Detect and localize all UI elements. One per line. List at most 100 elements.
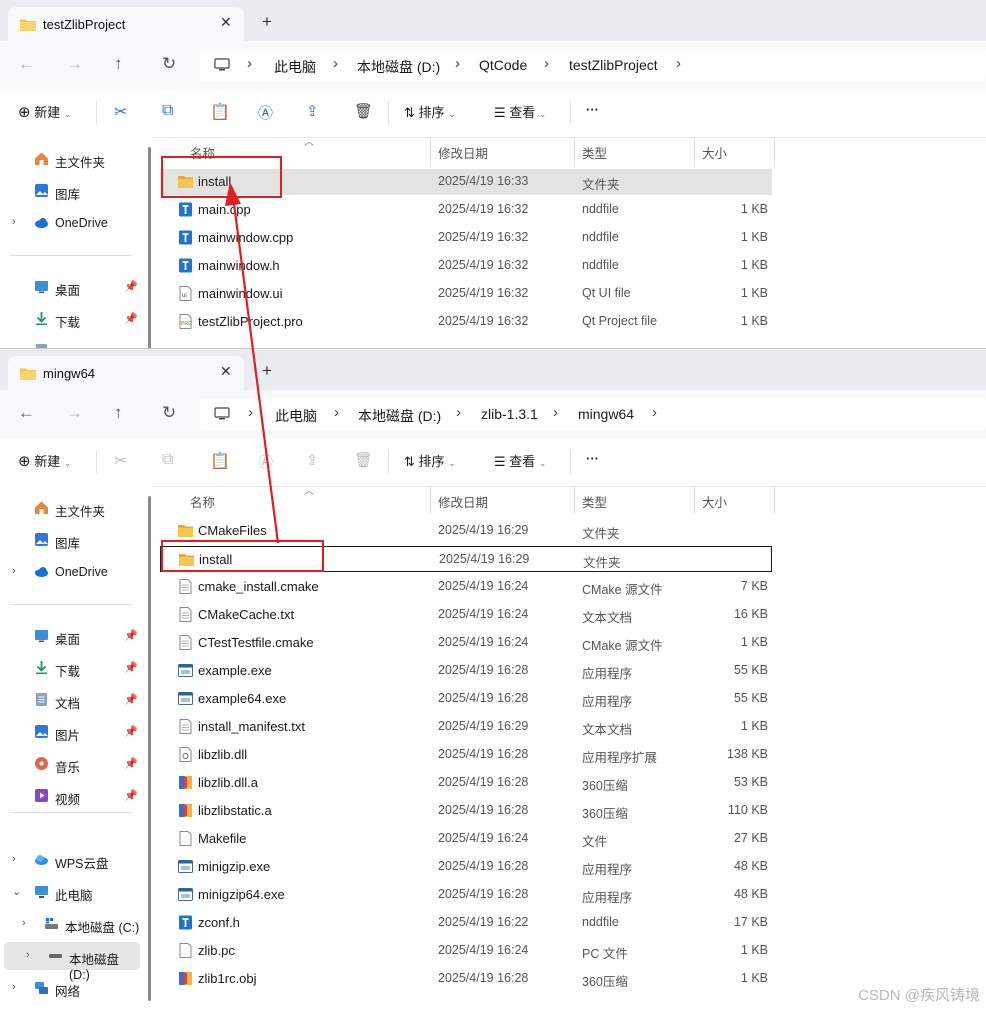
- file-row[interactable]: minigzip.exe 2025/4/19 16:28 应用程序 48 KB: [160, 854, 772, 880]
- column-divider[interactable]: [574, 486, 575, 513]
- file-row[interactable]: mainwindow.cpp 2025/4/19 16:32 nddfile 1 KB: [160, 225, 772, 251]
- column-divider[interactable]: [430, 486, 431, 513]
- file-row[interactable]: cmake_install.cmake 2025/4/19 16:24 CMake …: [160, 574, 772, 600]
- sidebar-item-onedrive[interactable]: › OneDrive: [0, 209, 140, 237]
- chevron-right-icon[interactable]: ›: [12, 565, 16, 577]
- back-arrow-icon[interactable]: ←: [18, 54, 35, 74]
- share-icon[interactable]: ⇪: [306, 451, 319, 469]
- copy-icon[interactable]: ⧉: [162, 102, 173, 120]
- up-arrow-icon[interactable]: ↑: [114, 403, 123, 423]
- file-row[interactable]: example.exe 2025/4/19 16:28 应用程序 55 KB: [160, 658, 772, 684]
- chevron-right-icon[interactable]: ›: [22, 917, 26, 929]
- pin-icon[interactable]: 📌: [124, 757, 138, 770]
- share-icon[interactable]: ⇪: [306, 102, 319, 120]
- more-options-button[interactable]: ···: [586, 451, 599, 466]
- refresh-icon[interactable]: ↻: [162, 54, 176, 74]
- column-divider[interactable]: [774, 137, 775, 164]
- column-divider[interactable]: [694, 137, 695, 164]
- column-header-type[interactable]: 类型: [582, 143, 607, 162]
- file-row[interactable]: CMakeCache.txt 2025/4/19 16:24 文本文档 16 KB: [160, 602, 772, 628]
- chevron-right-icon[interactable]: ›: [12, 981, 16, 993]
- forward-arrow-icon[interactable]: →: [66, 403, 83, 423]
- rename-icon[interactable]: Ⓐ: [258, 102, 273, 123]
- new-tab-button[interactable]: +: [262, 13, 272, 30]
- scrollbar-thumb[interactable]: [148, 147, 151, 350]
- close-tab-icon[interactable]: ✕: [220, 363, 232, 380]
- pin-icon[interactable]: 📌: [124, 312, 138, 325]
- new-button[interactable]: ⊕ 新建 ⌄: [18, 102, 71, 121]
- new-tab-button[interactable]: +: [262, 362, 272, 379]
- sidebar-item-downloads[interactable]: 下载 📌: [0, 654, 140, 682]
- sidebar-item-pictures[interactable]: 图片 📌: [0, 718, 140, 746]
- paste-icon[interactable]: 📋: [210, 102, 230, 122]
- file-row[interactable]: CTestTestfile.cmake 2025/4/19 16:24 CMake …: [160, 630, 772, 656]
- address-bar[interactable]: › 此电脑 › 本地磁盘 (D:) › QtCode › testZlibPro…: [200, 49, 986, 81]
- tab-mingw64[interactable]: mingw64 ✕: [8, 356, 244, 390]
- file-row[interactable]: ui mainwindow.ui 2025/4/19 16:32 Qt UI file…: [160, 281, 772, 307]
- sidebar-item-drive-c[interactable]: › 本地磁盘 (C:): [0, 910, 140, 938]
- scrollbar-thumb[interactable]: [148, 496, 151, 1001]
- breadcrumb-item[interactable]: QtCode: [479, 57, 527, 73]
- delete-icon[interactable]: 🗑: [354, 102, 373, 120]
- view-button[interactable]: ☰ 查看 ⌄: [494, 451, 546, 470]
- sidebar-item-gallery[interactable]: 图库: [0, 526, 140, 554]
- breadcrumb-item[interactable]: 本地磁盘 (D:): [357, 57, 440, 77]
- sidebar-item-documents[interactable]: 文档 📌: [0, 686, 140, 714]
- close-tab-icon[interactable]: ✕: [220, 14, 232, 31]
- chevron-right-icon[interactable]: ›: [12, 216, 16, 228]
- sidebar-item-desktop[interactable]: 桌面 📌: [0, 622, 140, 650]
- chevron-down-icon[interactable]: ⌄: [12, 885, 21, 898]
- column-header-date[interactable]: 修改日期: [438, 492, 488, 511]
- sort-button[interactable]: ⇅ 排序 ⌄: [404, 451, 456, 470]
- column-divider[interactable]: [430, 137, 431, 164]
- sidebar-item-gallery[interactable]: 图库: [0, 177, 140, 205]
- more-options-button[interactable]: ···: [586, 102, 599, 117]
- file-row[interactable]: zconf.h 2025/4/19 16:22 nddfile 17 KB: [160, 910, 772, 936]
- tab-testzlibproject[interactable]: testZlibProject ✕: [8, 7, 244, 41]
- address-bar[interactable]: › 此电脑 › 本地磁盘 (D:) › zlib-1.3.1 › mingw64…: [200, 398, 986, 430]
- up-arrow-icon[interactable]: ↑: [114, 54, 123, 74]
- paste-icon[interactable]: 📋: [210, 451, 230, 471]
- breadcrumb-item[interactable]: 此电脑: [275, 406, 317, 426]
- sidebar-item-downloads[interactable]: 下载 📌: [0, 305, 140, 333]
- rename-icon[interactable]: Ⓐ: [258, 451, 273, 472]
- file-row[interactable]: main.cpp 2025/4/19 16:32 nddfile 1 KB: [160, 197, 772, 223]
- file-row[interactable]: example64.exe 2025/4/19 16:28 应用程序 55 KB: [160, 686, 772, 712]
- column-divider[interactable]: [574, 137, 575, 164]
- sidebar-item-home[interactable]: 主文件夹: [0, 494, 140, 522]
- column-divider[interactable]: [694, 486, 695, 513]
- pin-icon[interactable]: 📌: [124, 789, 138, 802]
- sidebar-item-videos[interactable]: 视频 📌: [0, 782, 140, 810]
- sidebar-item-this-pc[interactable]: ⌄ 此电脑: [0, 878, 140, 906]
- sidebar-item-home[interactable]: 主文件夹: [0, 145, 140, 173]
- file-row[interactable]: libzlib.dll 2025/4/19 16:28 应用程序扩展 138 KB: [160, 742, 772, 768]
- pin-icon[interactable]: 📌: [124, 661, 138, 674]
- file-row[interactable]: libzlib.dll.a 2025/4/19 16:28 360压缩 53 KB: [160, 770, 772, 796]
- column-header-size[interactable]: 大小: [702, 492, 727, 511]
- column-header-name[interactable]: 名称: [190, 492, 215, 511]
- pin-icon[interactable]: 📌: [124, 725, 138, 738]
- sort-button[interactable]: ⇅ 排序 ⌄: [404, 102, 456, 121]
- sidebar-item-network[interactable]: › 网络: [0, 974, 140, 1002]
- sidebar-item-onedrive[interactable]: › OneDrive: [0, 558, 140, 586]
- column-header-size[interactable]: 大小: [702, 143, 727, 162]
- delete-icon[interactable]: 🗑: [354, 451, 373, 469]
- chevron-right-icon[interactable]: ›: [26, 949, 30, 961]
- breadcrumb-item[interactable]: 本地磁盘 (D:): [358, 406, 441, 426]
- breadcrumb-item[interactable]: mingw64: [578, 406, 634, 422]
- chevron-right-icon[interactable]: ›: [12, 853, 16, 865]
- column-header-date[interactable]: 修改日期: [438, 143, 488, 162]
- file-row[interactable]: mainwindow.h 2025/4/19 16:32 nddfile 1 KB: [160, 253, 772, 279]
- refresh-icon[interactable]: ↻: [162, 403, 176, 423]
- file-row[interactable]: Makefile 2025/4/19 16:24 文件 27 KB: [160, 826, 772, 852]
- file-row[interactable]: install_manifest.txt 2025/4/19 16:29 文本文档 1…: [160, 714, 772, 740]
- file-row[interactable]: zlib.pc 2025/4/19 16:24 PC 文件 1 KB: [160, 938, 772, 964]
- new-button[interactable]: ⊕ 新建 ⌄: [18, 451, 71, 470]
- cut-icon[interactable]: ✂: [114, 102, 127, 122]
- sidebar-item-drive-d[interactable]: › 本地磁盘 (D:): [4, 942, 140, 982]
- pin-icon[interactable]: 📌: [124, 280, 138, 293]
- column-header-type[interactable]: 类型: [582, 492, 607, 511]
- column-divider[interactable]: [774, 486, 775, 513]
- forward-arrow-icon[interactable]: →: [66, 54, 83, 74]
- breadcrumb-item[interactable]: testZlibProject: [569, 57, 658, 73]
